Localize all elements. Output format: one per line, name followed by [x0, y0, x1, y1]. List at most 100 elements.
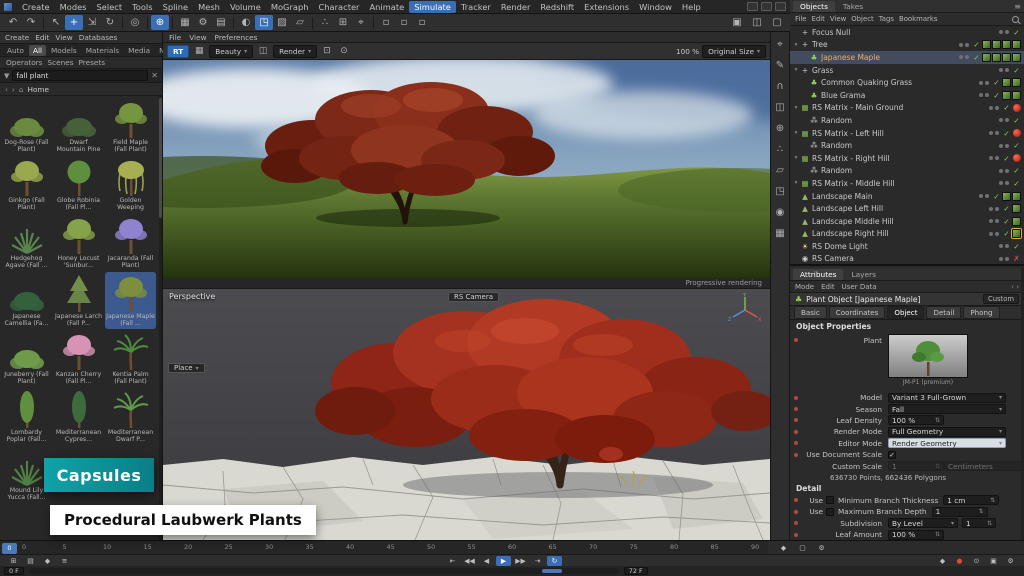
render-visibility-dot[interactable] — [985, 81, 989, 85]
anim-dot[interactable] — [794, 441, 798, 445]
camera-tool-icon[interactable]: ◉ — [773, 205, 788, 219]
asset-lombardy-poplar-fall[interactable]: Lombardy Poplar (Fall... — [1, 388, 52, 445]
enabled-check-icon[interactable]: ✓ — [1002, 103, 1011, 112]
object-row-rs-matrix-left-hill[interactable]: ▾▦RS Matrix - Left Hill✓ — [790, 127, 1024, 140]
editor-visibility-dot[interactable] — [979, 194, 983, 198]
editor-visibility-dot[interactable] — [959, 43, 963, 47]
panel-menu-icon[interactable]: ≡ — [1014, 2, 1021, 11]
objects-tab-objects[interactable]: Objects — [793, 1, 835, 12]
editor-visibility-dot[interactable] — [989, 131, 993, 135]
anim-dot[interactable] — [794, 430, 798, 434]
team-render-icon[interactable]: ▤ — [212, 15, 230, 30]
object-row-rs-camera[interactable]: ◉RS Camera✗ — [790, 253, 1024, 264]
leaf-amount-field[interactable]: 100 %⇅ — [888, 530, 944, 540]
material-tag[interactable] — [1012, 40, 1021, 49]
attributes-menu-mode[interactable]: Mode — [795, 283, 814, 291]
layout-1-icon[interactable]: ▣ — [728, 15, 746, 30]
editor-mode-dropdown[interactable]: Render Geometry▾ — [888, 438, 1006, 448]
material-tag[interactable] — [1012, 217, 1021, 226]
asset-jacaranda-fall-plant[interactable]: Jacaranda (Fall Plant) — [105, 214, 156, 271]
enabled-check-icon[interactable]: ✓ — [992, 78, 1001, 87]
object-row-rs-matrix-right-hill[interactable]: ▾▦RS Matrix - Right Hill✓ — [790, 152, 1024, 165]
section-tab-phong[interactable]: Phong — [963, 306, 999, 319]
asset-hedgehog-agave-fall[interactable]: Hedgehog Agave (Fall ... — [1, 214, 52, 271]
timeline-mode-icon[interactable]: ⊞ — [6, 556, 21, 566]
minimum-branch-thickness-field[interactable]: 1 cm⇅ — [943, 495, 999, 505]
axis-tool-icon[interactable]: ⊕ — [773, 121, 788, 135]
enabled-check-icon[interactable]: ✓ — [1002, 154, 1011, 163]
asset-japanese-camellia-fa[interactable]: Japanese Camellia (Fa... — [1, 272, 52, 329]
render-visibility-dot[interactable] — [995, 219, 999, 223]
forward-icon[interactable]: › — [12, 85, 15, 94]
editor-visibility-dot[interactable] — [999, 144, 1003, 148]
maximum-branch-depth-checkbox[interactable] — [826, 508, 834, 516]
editor-visibility-dot[interactable] — [989, 207, 993, 211]
record-keyframe-button[interactable]: ◆ — [935, 556, 950, 566]
subdivision-count-field[interactable]: 1⇅ — [962, 518, 996, 528]
object-row-rs-matrix-main-ground[interactable]: ▾▦RS Matrix - Main Ground✓ — [790, 102, 1024, 115]
asset-tab-materials[interactable]: Materials — [82, 45, 123, 56]
search-input[interactable] — [12, 70, 148, 81]
plant-thumbnail[interactable] — [888, 334, 968, 378]
object-row-rs-matrix-middle-hill[interactable]: ▾▦RS Matrix - Middle Hill✓ — [790, 177, 1024, 190]
minimum-branch-thickness-checkbox[interactable] — [826, 496, 834, 504]
asset-mediterranean-cypres[interactable]: Mediterranean Cypres... — [53, 388, 104, 445]
menu-create[interactable]: Create — [17, 1, 55, 13]
magnet-tool-icon[interactable]: ∩ — [773, 79, 788, 93]
snapshot-icon[interactable]: ▦ — [192, 46, 206, 56]
search-icon[interactable] — [1012, 16, 1019, 23]
use-document-scale-checkbox[interactable]: ✓ — [888, 451, 896, 459]
enabled-check-icon[interactable]: ✓ — [1002, 229, 1011, 238]
menu-select[interactable]: Select — [92, 1, 128, 13]
snap-tool-icon[interactable]: ∴ — [773, 142, 788, 156]
axis-icon[interactable]: ⌖ — [352, 15, 370, 30]
menu-mograph[interactable]: MoGraph — [266, 1, 314, 13]
object-row-random[interactable]: ⁂Random✓ — [790, 139, 1024, 152]
layout-2-icon[interactable]: ◫ — [748, 15, 766, 30]
asset-honey-locust-sunbur[interactable]: Honey Locust 'Sunbur... — [53, 214, 104, 271]
maximum-branch-depth-field[interactable]: 1⇅ — [932, 507, 988, 517]
pick-color-icon[interactable]: ⊙ — [337, 46, 351, 56]
material-tag[interactable] — [1002, 78, 1011, 87]
enabled-check-icon[interactable]: ✓ — [1002, 204, 1011, 213]
coords-icon[interactable]: ⊕ — [151, 15, 169, 30]
anim-dot[interactable] — [794, 396, 798, 400]
asset-kentia-palm-fall-plant[interactable]: Kentia Palm (Fall Plant) — [105, 330, 156, 387]
home-icon[interactable]: ⌂ — [19, 85, 24, 94]
menu-redshift[interactable]: Redshift — [535, 1, 579, 13]
objects-menu-view[interactable]: View — [830, 15, 846, 23]
enabled-check-icon[interactable]: ✓ — [972, 53, 981, 62]
editor-visibility-dot[interactable] — [989, 219, 993, 223]
menu-simulate[interactable]: Simulate — [409, 1, 456, 13]
menu-render[interactable]: Render — [496, 1, 536, 13]
object-row-landscape-left-hill[interactable]: ▲Landscape Left Hill✓ — [790, 202, 1024, 215]
move-icon[interactable]: + — [65, 15, 83, 30]
render-visibility-dot[interactable] — [985, 93, 989, 97]
keyframe-selection-button[interactable]: ▣ — [986, 556, 1001, 566]
live-select-icon[interactable]: ↖ — [47, 15, 65, 30]
loop-button[interactable]: ↻ — [547, 556, 562, 566]
next-frame-button[interactable]: ▶▶ — [513, 556, 528, 566]
last-tool-icon[interactable]: ◎ — [126, 15, 144, 30]
autokey-button[interactable]: ⊙ — [969, 556, 984, 566]
undo-icon[interactable]: ↶ — [4, 15, 22, 30]
asset-subtab-presets[interactable]: Presets — [79, 58, 106, 67]
object-row-japanese-maple[interactable]: ♣Japanese Maple✓ — [790, 51, 1024, 64]
play-button[interactable]: ▶ — [496, 556, 511, 566]
material-tag[interactable] — [1002, 192, 1011, 201]
material-tag[interactable] — [1012, 204, 1021, 213]
material-tag[interactable] — [1012, 192, 1021, 201]
render-view-menu-preferences[interactable]: Preferences — [215, 33, 258, 42]
layout-window-icon[interactable] — [747, 2, 758, 11]
asset-ginkgo-fall-plant[interactable]: Ginkgo (Fall Plant) — [1, 156, 52, 213]
anim-dot[interactable] — [794, 498, 798, 502]
range-start-field[interactable]: 0 F — [4, 567, 24, 575]
redshift-tag-icon[interactable] — [1013, 154, 1021, 162]
expand-icon[interactable]: ▾ — [792, 155, 800, 161]
render-visibility-dot[interactable] — [995, 207, 999, 211]
texture-mode-icon[interactable]: ▨ — [273, 15, 291, 30]
objects-menu-bookmarks[interactable]: Bookmarks — [899, 15, 938, 23]
object-row-landscape-middle-hill[interactable]: ▲Landscape Middle Hill✓ — [790, 215, 1024, 228]
compare-icon[interactable]: ◫ — [256, 46, 270, 56]
asset-menu-databases[interactable]: Databases — [79, 33, 118, 42]
